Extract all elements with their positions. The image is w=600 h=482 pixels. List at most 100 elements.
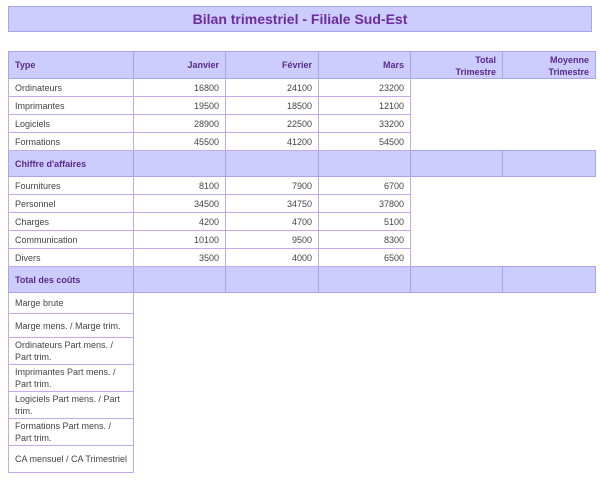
cell-janvier[interactable]: 28900	[133, 114, 227, 133]
row-label[interactable]: Fournitures	[7, 176, 135, 195]
cell-mars[interactable]: 33200	[318, 114, 412, 133]
cell-mars[interactable]: 8300	[318, 230, 412, 249]
header-fevrier[interactable]: Février	[225, 51, 320, 79]
cell-fevrier[interactable]: 24100	[225, 78, 320, 97]
header-moyenne-line1: Moyenne	[550, 55, 590, 65]
table-row: Ordinateurs 16800 24100 23200	[7, 78, 596, 97]
cell-mars[interactable]: 12100	[318, 96, 412, 115]
indicator-row: Marge mens. / Marge trim.	[7, 313, 596, 338]
row-label[interactable]: Communication	[7, 230, 135, 249]
indicator-imprimantes-part[interactable]: Imprimantes Part mens. / Part trim.	[7, 364, 135, 392]
empty-area	[411, 195, 596, 213]
row-label[interactable]: Imprimantes	[7, 96, 135, 115]
indicator-row: Imprimantes Part mens. / Part trim.	[7, 364, 596, 392]
revenue-total-janvier[interactable]	[133, 150, 227, 177]
row-label[interactable]: Charges	[7, 212, 135, 231]
indicator-row: Logiciels Part mens. / Part trim.	[7, 391, 596, 419]
indicator-logiciels-part[interactable]: Logiciels Part mens. / Part trim.	[7, 391, 135, 419]
cost-total-janvier[interactable]	[133, 266, 227, 293]
cell-mars[interactable]: 23200	[318, 78, 412, 97]
cell-janvier[interactable]: 4200	[133, 212, 227, 231]
table-row: Imprimantes 19500 18500 12100	[7, 96, 596, 115]
indicator-marge-ratio[interactable]: Marge mens. / Marge trim.	[7, 313, 135, 338]
cell-janvier[interactable]: 19500	[133, 96, 227, 115]
empty-area	[134, 365, 596, 392]
table-row: Personnel 34500 34750 37800	[7, 194, 596, 213]
header-type[interactable]: Type	[7, 51, 135, 79]
empty-area	[134, 392, 596, 419]
empty-area	[411, 231, 596, 249]
cell-fevrier[interactable]: 18500	[225, 96, 320, 115]
indicator-row: Ordinateurs Part mens. / Part trim.	[7, 337, 596, 365]
header-total-line2: Trimestre	[455, 67, 497, 77]
indicator-row: Formations Part mens. / Part trim.	[7, 418, 596, 446]
revenue-total-label[interactable]: Chiffre d'affaires	[7, 150, 135, 177]
table-row: Divers 3500 4000 6500	[7, 248, 596, 267]
cell-mars[interactable]: 5100	[318, 212, 412, 231]
empty-area	[411, 133, 596, 151]
indicator-ordinateurs-part[interactable]: Ordinateurs Part mens. / Part trim.	[7, 337, 135, 365]
empty-area	[411, 115, 596, 133]
row-label[interactable]: Personnel	[7, 194, 135, 213]
header-total-line1: Total	[475, 55, 497, 65]
sheet-title: Bilan trimestriel - Filiale Sud-Est	[8, 6, 592, 32]
table-row: Fournitures 8100 7900 6700	[7, 176, 596, 195]
cell-fevrier[interactable]: 41200	[225, 132, 320, 151]
cell-janvier[interactable]: 16800	[133, 78, 227, 97]
header-moyenne-trimestre[interactable]: Moyenne Trimestre	[502, 51, 597, 79]
quarterly-report-table: Type Janvier Février Mars Total Trimestre…	[7, 51, 597, 473]
cell-fevrier[interactable]: 4000	[225, 248, 320, 267]
cell-janvier[interactable]: 45500	[133, 132, 227, 151]
cell-mars[interactable]: 6700	[318, 176, 412, 195]
cost-total-row: Total des coûts	[7, 266, 597, 293]
cell-fevrier[interactable]: 7900	[225, 176, 320, 195]
cost-total-mars[interactable]	[318, 266, 412, 293]
table-row: Formations 45500 41200 54500	[7, 132, 596, 151]
indicator-formations-part[interactable]: Formations Part mens. / Part trim.	[7, 418, 135, 446]
empty-area	[134, 338, 596, 365]
empty-area	[411, 249, 596, 267]
table-row: Charges 4200 4700 5100	[7, 212, 596, 231]
row-label[interactable]: Formations	[7, 132, 135, 151]
row-label[interactable]: Logiciels	[7, 114, 135, 133]
cell-mars[interactable]: 37800	[318, 194, 412, 213]
row-label[interactable]: Ordinateurs	[7, 78, 135, 97]
table-row: Logiciels 28900 22500 33200	[7, 114, 596, 133]
revenue-total-mars[interactable]	[318, 150, 412, 177]
cell-janvier[interactable]: 34500	[133, 194, 227, 213]
header-total-trimestre[interactable]: Total Trimestre	[410, 51, 504, 79]
cell-fevrier[interactable]: 4700	[225, 212, 320, 231]
header-row: Type Janvier Février Mars Total Trimestre…	[7, 51, 597, 79]
indicator-ca-ratio[interactable]: CA mensuel / CA Trimestriel	[7, 445, 135, 473]
cell-mars[interactable]: 54500	[318, 132, 412, 151]
cell-fevrier[interactable]: 22500	[225, 114, 320, 133]
cost-total-trimestre[interactable]	[410, 266, 504, 293]
cell-janvier[interactable]: 3500	[133, 248, 227, 267]
empty-area	[411, 79, 596, 97]
revenue-moyenne-trimestre[interactable]	[502, 150, 597, 177]
indicator-marge-brute[interactable]: Marge brute	[7, 292, 135, 314]
cell-janvier[interactable]: 10100	[133, 230, 227, 249]
cell-fevrier[interactable]: 9500	[225, 230, 320, 249]
empty-area	[134, 419, 596, 446]
cost-total-fevrier[interactable]	[225, 266, 320, 293]
empty-area	[411, 177, 596, 195]
header-janvier[interactable]: Janvier	[133, 51, 227, 79]
cost-total-label[interactable]: Total des coûts	[7, 266, 135, 293]
indicator-row: CA mensuel / CA Trimestriel	[7, 445, 596, 473]
cost-moyenne-trimestre[interactable]	[502, 266, 597, 293]
empty-area	[134, 314, 596, 338]
empty-area	[411, 97, 596, 115]
empty-area	[411, 213, 596, 231]
indicator-row: Marge brute	[7, 292, 596, 314]
revenue-total-fevrier[interactable]	[225, 150, 320, 177]
revenue-total-row: Chiffre d'affaires	[7, 150, 597, 177]
table-row: Communication 10100 9500 8300	[7, 230, 596, 249]
row-label[interactable]: Divers	[7, 248, 135, 267]
revenue-total-trimestre[interactable]	[410, 150, 504, 177]
cell-mars[interactable]: 6500	[318, 248, 412, 267]
header-moyenne-line2: Trimestre	[548, 67, 590, 77]
cell-fevrier[interactable]: 34750	[225, 194, 320, 213]
cell-janvier[interactable]: 8100	[133, 176, 227, 195]
header-mars[interactable]: Mars	[318, 51, 412, 79]
